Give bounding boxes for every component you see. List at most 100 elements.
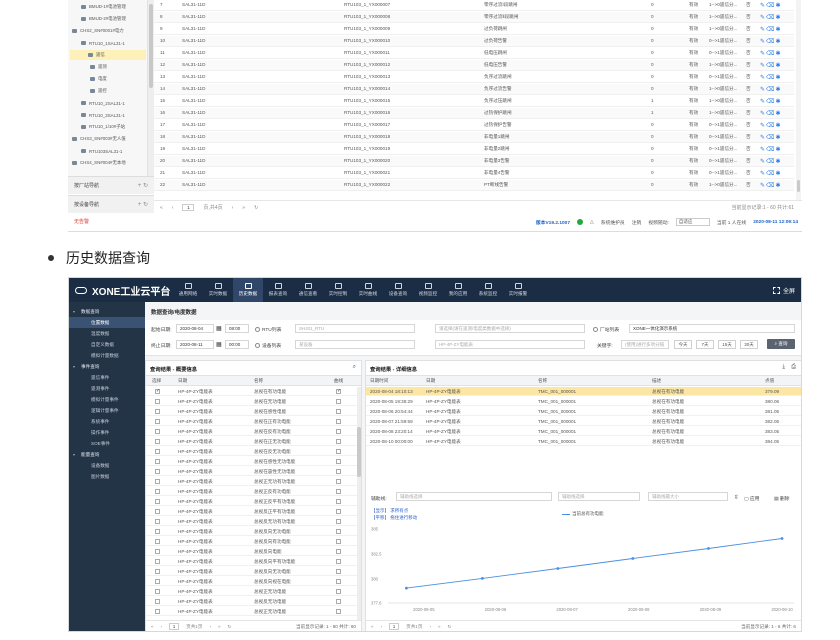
table-row[interactable]: 2020-08-06 20:54:44 HP-4P-ZY电能表 TMC_001_00…: [366, 407, 801, 416]
select-checkbox[interactable]: [155, 449, 160, 454]
start-time-select[interactable]: 08:00: [225, 324, 249, 333]
nav-item[interactable]: 通用网络: [173, 278, 203, 302]
curve-checkbox[interactable]: [336, 509, 341, 514]
sidebar-item[interactable]: 遥信事件: [69, 372, 145, 383]
table-row[interactable]: HP-4P-ZY电能表 总视在感性无功电能: [146, 457, 361, 466]
nav-item[interactable]: 通信查看: [293, 278, 323, 302]
select-checkbox[interactable]: [155, 479, 160, 484]
curve-checkbox[interactable]: [336, 409, 341, 414]
nav-item[interactable]: 实时控制: [323, 278, 353, 302]
edit-icon[interactable]: ✎⌫✱: [760, 14, 782, 21]
last-page-button[interactable]: »: [242, 205, 245, 211]
data-point[interactable]: [480, 577, 484, 580]
data-point[interactable]: [780, 537, 784, 540]
logout-link[interactable]: 注销: [632, 219, 642, 226]
sidebar-item[interactable]: 图片数据: [69, 471, 145, 482]
curve-checkbox[interactable]: [336, 459, 341, 464]
sidebar-item[interactable]: 模拟计量事件: [69, 394, 145, 405]
calendar-icon[interactable]: ▦: [216, 325, 222, 332]
table-row[interactable]: HP-4P-ZY电能表 总视反正平有功电能: [146, 507, 361, 516]
tree-node[interactable]: 遥控: [72, 86, 107, 96]
sidebar-item[interactable]: 能量查询: [69, 449, 145, 460]
table-row[interactable]: HP-4P-ZY电能表 总视在容性无功电能: [146, 467, 361, 476]
summary-scrollbar[interactable]: [357, 387, 361, 620]
stepper-icon[interactable]: ⇳: [734, 494, 739, 501]
first-page-button[interactable]: «: [151, 624, 154, 629]
table-row[interactable]: 20 SAL31-11D RTU103_1_YX000020 非电量3告警 0 有效 0--…: [154, 156, 794, 167]
select-checkbox[interactable]: [155, 499, 160, 504]
curve-checkbox[interactable]: [336, 559, 341, 564]
edit-icon[interactable]: ✎⌫✱: [760, 146, 782, 153]
select-checkbox[interactable]: [155, 419, 160, 424]
select-checkbox[interactable]: [155, 549, 160, 554]
select-checkbox[interactable]: [155, 469, 160, 474]
select-checkbox[interactable]: [155, 559, 160, 564]
table-row[interactable]: 17 SAL31-11D RTU103_1_YX000017 过热保护告警 0 有效 0--…: [154, 120, 794, 131]
aux-line-select[interactable]: 辅助线选择: [396, 492, 552, 501]
curve-checkbox[interactable]: [336, 469, 341, 474]
delete-button[interactable]: ▤ 删除: [774, 495, 789, 502]
data-point[interactable]: [405, 586, 408, 590]
quick-15d-button[interactable]: 15天: [718, 340, 736, 349]
device-tree[interactable]: BMUD-1#电池管理 BMUD-2#电池管理 CHS2_SN#0001#电力 RTU…: [68, 0, 148, 176]
refresh-button[interactable]: ↻: [228, 624, 232, 630]
aux-range-select[interactable]: 辅助线最大小: [648, 492, 728, 501]
curve-checkbox[interactable]: [336, 579, 341, 584]
edit-icon[interactable]: ✎⌫✱: [760, 110, 782, 117]
page-number-input[interactable]: 1: [169, 623, 180, 630]
select-checkbox[interactable]: [155, 459, 160, 464]
table-row[interactable]: HP-4P-ZY电能表 总视在反有功电能: [146, 427, 361, 436]
data-point[interactable]: [556, 567, 560, 570]
curve-checkbox[interactable]: [336, 529, 341, 534]
rtu-select[interactable]: SHJ01_RTU: [295, 324, 415, 333]
tree-node[interactable]: 遥测: [72, 62, 107, 72]
nav-item[interactable]: 视频监控: [413, 278, 443, 302]
page-number-input[interactable]: 1: [182, 204, 195, 211]
select-checkbox[interactable]: [155, 569, 160, 574]
edit-icon[interactable]: ✎⌫✱: [760, 38, 782, 45]
table-row[interactable]: HP-4P-ZY电能表 总视反向电能: [146, 547, 361, 556]
sidebar-item[interactable]: 操作事件: [69, 427, 145, 438]
start-date-input[interactable]: 2020-08-04: [176, 324, 214, 333]
select-checkbox[interactable]: [155, 539, 160, 544]
table-row[interactable]: HP-4P-ZY电能表 总视正无功电能: [146, 607, 361, 616]
table-row[interactable]: HP-4P-ZY电能表 总视反向有功电能: [146, 537, 361, 546]
table-row[interactable]: 13 SAL31-11D RTU103_1_YX000013 负序过流跳闸 0 有效 0--…: [154, 72, 794, 83]
energy-line-chart[interactable]: 377.6 380 382.5 385 2020-08-05 2020-08-06 2020…: [366, 517, 802, 621]
curve-checkbox[interactable]: [336, 609, 341, 614]
curve-checkbox[interactable]: [336, 439, 341, 444]
plant-list-radio[interactable]: 厂站列表: [593, 326, 619, 333]
data-point[interactable]: [707, 547, 710, 550]
end-time-select[interactable]: 00:00: [225, 340, 249, 349]
end-date-input[interactable]: 2020-08-11: [176, 340, 214, 349]
curve-checkbox[interactable]: [336, 499, 341, 504]
table-row[interactable]: HP-4P-ZY电能表 总视反向视在电能: [146, 577, 361, 586]
table-row[interactable]: 2020-08-10 00:00:00 HP-4P-ZY电能表 TMC_001_00…: [366, 437, 801, 446]
nav-item[interactable]: 历史数据: [233, 278, 263, 302]
select-checkbox[interactable]: [155, 579, 160, 584]
next-page-button[interactable]: ›: [429, 624, 431, 629]
tree-node[interactable]: RTU10_2SAL31-1: [72, 98, 125, 108]
download-icon[interactable]: ⤓: [782, 364, 785, 371]
edit-icon[interactable]: ✎⌫✱: [760, 50, 782, 57]
alarm-status[interactable]: 无告警: [74, 218, 89, 225]
plant-select[interactable]: XONE一体化演示系统: [629, 324, 795, 333]
curve-checkbox[interactable]: [336, 449, 341, 454]
plant-nav-panel[interactable]: 按厂站导航 + ↻: [68, 176, 154, 194]
sidebar-item[interactable]: 事件查询: [69, 361, 145, 372]
last-page-button[interactable]: »: [218, 624, 221, 629]
print-icon[interactable]: ⎙: [791, 364, 796, 371]
edit-icon[interactable]: ✎⌫✱: [760, 98, 782, 105]
sidebar-item[interactable]: 模拟计量数据: [69, 350, 145, 361]
edit-icon[interactable]: ✎⌫✱: [760, 2, 782, 9]
curve-checkbox[interactable]: [336, 569, 341, 574]
sidebar-item[interactable]: 位置数据: [69, 317, 145, 328]
table-row[interactable]: HP-4P-ZY电能表 总视正无功有功电能: [146, 477, 361, 486]
edit-icon[interactable]: ✎⌫✱: [760, 170, 782, 177]
table-row[interactable]: HP-4P-ZY电能表 总视正无功电能: [146, 587, 361, 596]
nav-item[interactable]: 设备查询: [383, 278, 413, 302]
table-row[interactable]: 14 SAL31-11D RTU103_1_YX000014 负序过流告警 0 有效 1--…: [154, 84, 794, 95]
table-scrollbar[interactable]: [796, 0, 801, 200]
edit-icon[interactable]: ✎⌫✱: [760, 74, 782, 81]
curve-checkbox[interactable]: [336, 489, 341, 494]
